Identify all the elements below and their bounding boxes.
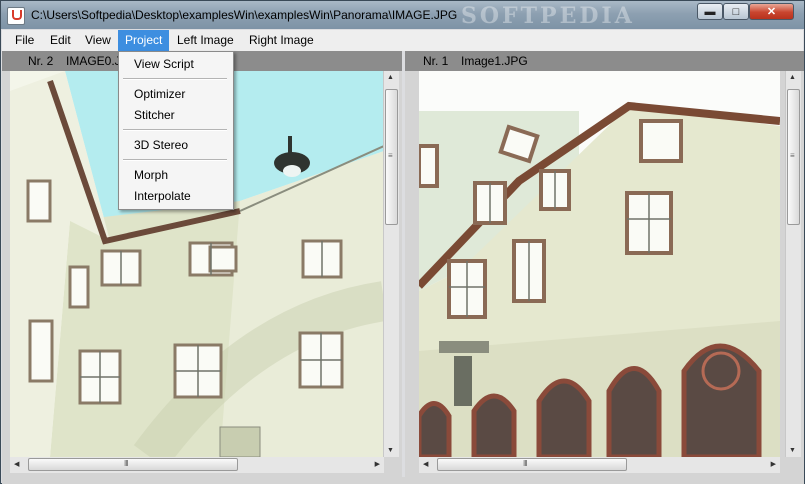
scroll-up-arrow[interactable]: ▲ [387,74,394,81]
menu-item-morph[interactable]: Morph [134,166,168,184]
left-vertical-scrollbar[interactable]: ▲ ≡ ▼ [383,71,399,457]
window-bottom-edge [2,477,804,484]
menu-separator [123,159,227,161]
scroll-down-arrow[interactable]: ▼ [789,447,796,454]
right-horizontal-scrollbar[interactable]: ◀ III ▶ [419,457,780,473]
left-vertical-grip-icon: ≡ [388,151,393,160]
right-vertical-scrollbar[interactable]: ▲ ≡ ▼ [785,71,801,457]
menu-item-view-script[interactable]: View Script [134,55,194,73]
maximize-button[interactable]: □ [723,3,749,20]
menu-left-image[interactable]: Left Image [170,30,241,51]
right-horizontal-grip-icon: III [523,459,528,468]
project-dropdown-menu: View Script Optimizer Stitcher 3D Stereo… [118,51,234,210]
close-button[interactable]: ✕ [749,3,794,20]
right-vertical-grip-icon: ≡ [790,151,795,160]
menu-item-3d-stereo[interactable]: 3D Stereo [134,136,188,154]
right-horizontal-scroll-thumb[interactable] [437,458,627,471]
left-horizontal-scrollbar[interactable]: ◀ III ▶ [10,457,384,473]
scroll-left-arrow[interactable]: ◀ [14,460,19,468]
left-panel-number: Nr. 2 [28,54,54,68]
menu-project[interactable]: Project [118,30,170,51]
right-image-panel: Nr. 1 Image1.JPG ▲ ≡ ▼ ◀ III ▶ [405,51,804,477]
maximize-icon: □ [732,5,740,18]
menu-item-optimizer[interactable]: Optimizer [134,85,185,103]
menu-separator [123,78,227,80]
scroll-down-arrow[interactable]: ▼ [387,447,394,454]
menu-bar: File Edit View Project Left Image Right … [2,30,803,51]
scroll-up-arrow[interactable]: ▲ [789,74,796,81]
right-panel-filename: Image1.JPG [461,54,528,68]
menu-separator [123,129,227,131]
minimize-icon: ▬ [704,5,716,18]
scroll-right-arrow[interactable]: ▶ [771,460,776,468]
title-bar[interactable]: C:\Users\Softpedia\Desktop\examplesWin\e… [1,1,804,29]
right-panel-number: Nr. 1 [423,54,449,68]
scroll-right-arrow[interactable]: ▶ [375,460,380,468]
right-panel-header: Nr. 1 Image1.JPG [405,51,804,71]
java-app-icon[interactable] [7,7,25,25]
left-panel-filename: IMAGE0.J [66,54,121,68]
right-image-viewport[interactable] [419,71,780,457]
menu-item-stitcher[interactable]: Stitcher [134,106,175,124]
scroll-left-arrow[interactable]: ◀ [423,460,428,468]
close-icon: ✕ [766,6,777,18]
left-horizontal-grip-icon: III [124,459,129,468]
minimize-button[interactable]: ▬ [697,3,723,20]
app-window: C:\Users\Softpedia\Desktop\examplesWin\e… [0,0,805,484]
window-title: C:\Users\Softpedia\Desktop\examplesWin\e… [31,8,458,22]
watermark-text: SOFTPEDIA [461,3,635,29]
menu-right-image[interactable]: Right Image [242,30,321,51]
menu-item-interpolate[interactable]: Interpolate [134,187,191,205]
menu-edit[interactable]: Edit [43,30,78,51]
menu-view[interactable]: View [78,30,118,51]
menu-file[interactable]: File [8,30,41,51]
right-building-photo [419,71,780,457]
left-horizontal-scroll-thumb[interactable] [28,458,238,471]
